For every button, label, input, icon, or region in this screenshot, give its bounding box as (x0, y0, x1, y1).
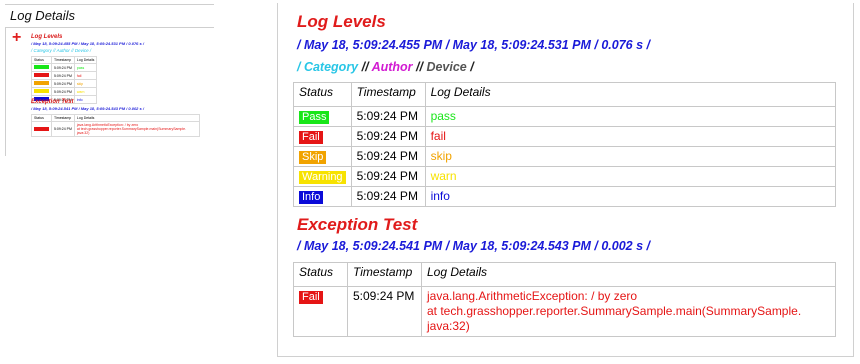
status-badge: Pass (299, 111, 330, 124)
exception-message: java.lang.ArithmeticException: / by zero (427, 289, 638, 303)
timestamp-cell: 5:09:24 PM (51, 87, 75, 96)
column-header: Log Details (73, 56, 98, 64)
table-row: Fail 5:09:24 PM java.lang.ArithmeticExce… (293, 286, 836, 337)
status-badge: Fail (299, 291, 323, 304)
timestamp-cell: 5:09:24 PM (350, 126, 426, 147)
table-row: Skip 5:09:24 PM skip (293, 146, 837, 167)
thumbnail-exception-block: Exception Test / May 18, 5:09:24.541 PM … (31, 99, 211, 137)
meta-suffix: / (466, 60, 474, 74)
details-cell: skip (424, 146, 837, 167)
status-badge (34, 126, 49, 131)
table-row: 5:09:24 PM fail (31, 71, 98, 80)
log-levels-table: Status Timestamp Log Details Pass 5:09:2… (293, 82, 837, 207)
details-cell: pass (73, 63, 98, 72)
status-badge: Info (299, 191, 324, 204)
status-badge (34, 65, 49, 69)
test-times: / May 18, 5:09:24.455 PM / May 18, 5:09:… (297, 38, 650, 52)
column-header-timestamp: Timestamp (347, 262, 422, 287)
details-cell: warn (424, 166, 837, 187)
meta-prefix: / (297, 60, 304, 74)
details-cell: java.lang.ArithmeticException: / by zero… (73, 121, 200, 137)
timestamp-cell: 5:09:24 PM (51, 63, 75, 72)
thumbnail-exception-times: / May 18, 5:09:24.541 PM / May 18, 5:09:… (31, 106, 144, 111)
table-row: 5:09:24 PM java.lang.ArithmeticException… (31, 121, 200, 137)
timestamp-cell: 5:09:24 PM (350, 146, 426, 167)
details-cell: info (424, 186, 837, 207)
exception-trace: java:32) (427, 319, 470, 333)
table-row: Pass 5:09:24 PM pass (293, 106, 837, 127)
column-header-status: Status (293, 262, 348, 287)
details-cell: pass (424, 106, 837, 127)
timestamp-cell: 5:09:24 PM (51, 121, 75, 137)
section-title: Exception Test (297, 215, 418, 234)
column-header-timestamp: Timestamp (350, 82, 426, 107)
details-cell: fail (73, 71, 98, 80)
column-header: Log Details (73, 114, 200, 122)
timestamp-cell: 5:09:24 PM (347, 286, 422, 337)
column-header-details: Log Details (421, 262, 836, 287)
timestamp-cell: 5:09:24 PM (350, 106, 426, 127)
column-header-status: Status (293, 82, 352, 107)
thumbnail-meta: / Category // Author // Device / (31, 48, 211, 53)
thumbnail-panel: Log Details + Log Levels / May 18, 5:09:… (0, 0, 214, 156)
timestamp-cell: 5:09:24 PM (51, 71, 75, 80)
category-label[interactable]: Category (304, 60, 358, 74)
exception-trace: java:32) (76, 131, 90, 135)
table-row: 5:09:24 PM skip (31, 79, 98, 88)
test-times: / May 18, 5:09:24.541 PM / May 18, 5:09:… (297, 239, 650, 253)
thumbnail-title: Log Details (10, 8, 76, 23)
divider (5, 4, 214, 5)
column-header: Status (31, 114, 52, 122)
divider (5, 27, 6, 156)
column-header: Timestamp (51, 114, 75, 122)
status-badge (34, 73, 49, 77)
thumbnail-levels-title: Log Levels (31, 34, 63, 40)
exception-trace: at tech.grasshopper.reporter.SummarySamp… (76, 127, 187, 131)
column-header: Status (31, 56, 52, 64)
section-title: Log Levels (297, 12, 386, 31)
author-label[interactable]: Author (372, 60, 413, 74)
meta-sep: // (412, 60, 427, 74)
details-cell: java.lang.ArithmeticException: / by zero… (421, 286, 836, 337)
column-header-details: Log Details (424, 82, 837, 107)
expand-plus-icon[interactable]: + (12, 30, 21, 46)
thumbnail-meta-text: / Category // Author // Device / (31, 48, 92, 53)
test-meta: / Category // Author // Device / (297, 60, 474, 74)
timestamp-cell: 5:09:24 PM (51, 79, 75, 88)
table-row: Fail 5:09:24 PM fail (293, 126, 837, 147)
status-badge: Skip (299, 151, 327, 164)
timestamp-cell: 5:09:24 PM (350, 166, 426, 187)
log-details-panel: Log Levels / May 18, 5:09:24.455 PM / Ma… (277, 3, 854, 357)
exception-trace: at tech.grasshopper.reporter.SummarySamp… (427, 304, 802, 318)
thumbnail-levels-table: Status Timestamp Log Details 5:09:24 PM … (31, 56, 98, 104)
device-label[interactable]: Device (426, 60, 466, 74)
table-row: 5:09:24 PM warn (31, 87, 98, 96)
table-row: Warning 5:09:24 PM warn (293, 166, 837, 187)
table-row: 5:09:24 PM pass (31, 63, 98, 72)
details-cell: skip (73, 79, 98, 88)
status-badge (34, 81, 49, 85)
meta-sep: // (358, 60, 372, 74)
divider (5, 27, 214, 28)
column-header: Timestamp (51, 56, 75, 64)
status-badge (34, 89, 49, 93)
status-badge: Warning (299, 171, 346, 184)
table-row: Info 5:09:24 PM info (293, 186, 837, 207)
exception-table: Status Timestamp Log Details Fail 5:09:2… (293, 262, 836, 337)
details-cell: fail (424, 126, 837, 147)
thumbnail-levels-times: / May 18, 5:09:24.455 PM / May 18, 5:09:… (31, 41, 144, 46)
thumbnail-exception-title: Exception Test (31, 99, 74, 105)
details-cell: warn (73, 87, 98, 96)
timestamp-cell: 5:09:24 PM (350, 186, 426, 207)
status-badge: Fail (299, 131, 323, 144)
thumbnail-levels-block: Log Levels / May 18, 5:09:24.455 PM / Ma… (31, 34, 211, 104)
thumbnail-exception-table: Status Timestamp Log Details 5:09:24 PM … (31, 114, 200, 137)
